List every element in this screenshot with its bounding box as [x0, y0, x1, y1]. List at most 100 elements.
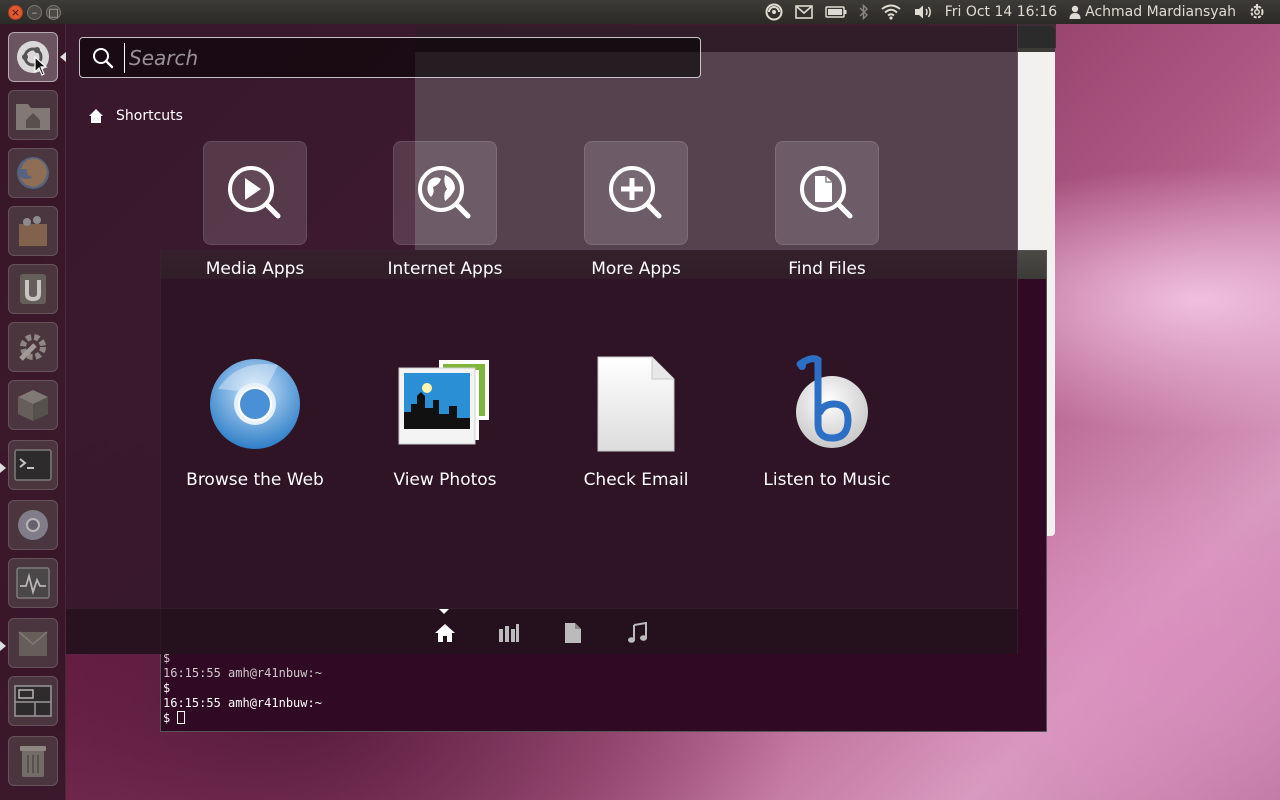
workspace-switcher-icon: [18, 631, 48, 656]
ubuntu-one-indicator[interactable]: [759, 0, 789, 24]
system-monitor-icon: [16, 567, 50, 599]
launcher-running-arrow: [0, 641, 6, 651]
shortcuts-header: Shortcuts: [88, 108, 183, 124]
launcher-workspaces[interactable]: [8, 618, 58, 668]
chromium-launcher-icon: [18, 510, 48, 540]
tile-internet-apps[interactable]: Internet Apps: [350, 141, 540, 321]
top-panel: × – □ Fri Oct 14 16:16 Achmad Mardiansya…: [0, 0, 1280, 24]
tile-label: Media Apps: [205, 259, 305, 279]
launcher-ubuntu-one[interactable]: [8, 264, 58, 314]
bluetooth-icon: [859, 4, 868, 20]
launcher-chromium[interactable]: [8, 500, 58, 550]
lens-home[interactable]: [433, 621, 457, 645]
launcher-software-center[interactable]: [8, 206, 58, 256]
tile-label: Internet Apps: [387, 259, 503, 279]
terminal-cursor: [177, 711, 186, 724]
active-lens-indicator: [439, 609, 449, 614]
box-3d-icon: [18, 390, 48, 421]
tile-media-apps[interactable]: Media Apps: [160, 141, 350, 321]
internet-apps-icon: [418, 166, 471, 219]
launcher-terminal[interactable]: [8, 440, 58, 490]
launcher-home-folder[interactable]: [8, 90, 58, 140]
clock-indicator[interactable]: Fri Oct 14 16:16: [939, 0, 1063, 24]
firefox-icon: [17, 157, 49, 189]
tile-icon-container: [393, 141, 497, 245]
photos-icon: [398, 360, 489, 445]
close-window-button[interactable]: ×: [8, 4, 23, 20]
tile-listen-music[interactable]: Listen to Music: [732, 352, 922, 532]
user-name: Achmad Mardiansyah: [1085, 4, 1236, 20]
tile-more-apps[interactable]: More Apps: [541, 141, 731, 321]
tile-label: View Photos: [393, 470, 497, 490]
tile-label: Listen to Music: [763, 470, 891, 490]
tile-icon-container: [775, 352, 879, 456]
home-lens-icon: [435, 624, 455, 642]
tile-check-email[interactable]: Check Email: [541, 352, 731, 532]
search-box[interactable]: [79, 37, 701, 78]
messaging-indicator[interactable]: [789, 0, 819, 24]
tile-icon-container: [584, 352, 688, 456]
banshee-icon: [796, 355, 868, 448]
session-indicator[interactable]: [1242, 0, 1272, 24]
tile-browse-web[interactable]: Browse the Web: [160, 352, 350, 532]
battery-icon: [824, 6, 847, 18]
launcher-running-arrow: [0, 463, 6, 473]
tile-icon-container: [203, 352, 307, 456]
tile-find-files[interactable]: Find Files: [732, 141, 922, 321]
bluetooth-indicator[interactable]: [853, 0, 875, 24]
tile-icon-container: [203, 141, 307, 245]
lens-music[interactable]: [625, 621, 649, 645]
launcher-firefox[interactable]: [8, 148, 58, 198]
launcher-system-monitor[interactable]: [8, 558, 58, 608]
tile-label: More Apps: [591, 259, 681, 279]
speaker-icon: [914, 5, 931, 19]
envelope-icon: [794, 5, 813, 19]
network-indicator[interactable]: [875, 0, 907, 24]
music-lens-icon: [628, 622, 647, 643]
user-indicator[interactable]: Achmad Mardiansyah: [1063, 0, 1242, 24]
window-controls: × – □: [0, 4, 61, 20]
indicator-area: Fri Oct 14 16:16 Achmad Mardiansyah: [759, 0, 1280, 24]
launcher-active-arrow: [60, 52, 66, 62]
trash-icon: [20, 746, 46, 777]
window-grid-icon: [14, 685, 52, 717]
search-input[interactable]: [124, 42, 684, 73]
chromium-icon: [210, 359, 300, 449]
battery-indicator[interactable]: [819, 0, 853, 24]
terminal-prompt-line[interactable]: $: [163, 711, 322, 726]
terminal-line: 16:15:55 amh@r41nbuw:~: [163, 666, 322, 680]
maximize-window-button[interactable]: □: [46, 4, 61, 20]
launcher-system-settings[interactable]: [8, 322, 58, 372]
files-lens-icon: [565, 623, 581, 643]
find-files-icon: [800, 166, 853, 219]
dash-overlay: Shortcuts Media Apps Internet Apps More …: [66, 24, 1018, 654]
launcher: [0, 24, 66, 800]
tile-label: Browse the Web: [186, 470, 324, 490]
launcher-window-spread[interactable]: [8, 676, 58, 726]
tile-icon-container: [393, 352, 497, 456]
tile-view-photos[interactable]: View Photos: [350, 352, 540, 532]
sound-indicator[interactable]: [907, 0, 939, 24]
lens-files[interactable]: [561, 621, 585, 645]
terminal-output[interactable]: $ 16:15:55 amh@r41nbuw:~ $ 16:15:55 amh@…: [163, 651, 322, 726]
settings-wrench-icon: [19, 334, 46, 361]
terminal-line: 16:15:55 amh@r41nbuw:~: [163, 696, 322, 710]
shortcuts-title: Shortcuts: [116, 108, 183, 124]
applications-lens-icon: [499, 624, 519, 642]
launcher-dash-button[interactable]: [8, 32, 58, 82]
ubuntu-one-icon: [765, 3, 783, 21]
tile-icon-container: [775, 141, 879, 245]
mouse-pointer-icon: [34, 56, 48, 76]
home-folder-icon: [16, 104, 50, 130]
launcher-trash[interactable]: [8, 736, 58, 786]
tile-label: Find Files: [788, 259, 866, 279]
home-icon: [89, 109, 103, 123]
wifi-icon: [881, 4, 901, 20]
launcher-package-app[interactable]: [8, 380, 58, 430]
minimize-window-button[interactable]: –: [27, 4, 42, 20]
media-apps-icon: [228, 166, 281, 219]
terminal-icon: [14, 449, 52, 481]
lens-applications[interactable]: [497, 621, 521, 645]
tile-label: Check Email: [583, 470, 689, 490]
user-icon: [1069, 5, 1081, 19]
